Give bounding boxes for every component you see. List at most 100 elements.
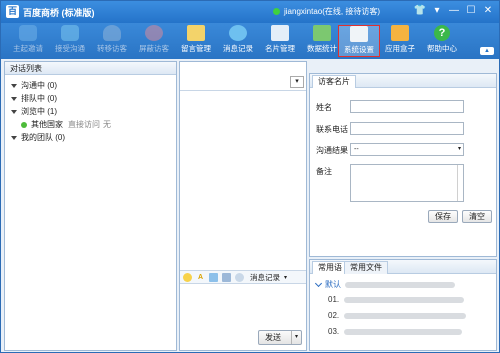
group-browsing[interactable]: 浏览中 (1) bbox=[11, 105, 176, 118]
divider bbox=[180, 90, 306, 91]
visitor-online-icon bbox=[21, 121, 27, 128]
tab-common-files[interactable]: 常用文件 bbox=[344, 261, 388, 274]
help-center-label: 帮助中心 bbox=[427, 44, 457, 53]
blurred-text bbox=[345, 281, 455, 288]
history-icon bbox=[235, 272, 244, 282]
card-manage-button[interactable]: 名片管理 bbox=[259, 25, 301, 57]
menu-icon[interactable]: ▾ bbox=[430, 4, 444, 18]
tab-common-phrases[interactable]: 常用语 bbox=[312, 261, 348, 274]
group-queue[interactable]: 排队中 (0) bbox=[11, 92, 176, 105]
name-label: 姓名 bbox=[316, 103, 332, 112]
group-my-team[interactable]: 我的团队 (0) bbox=[11, 131, 176, 144]
transfer-user-icon bbox=[103, 25, 121, 41]
help-icon: ? bbox=[434, 25, 450, 41]
note-scrollbar[interactable] bbox=[457, 165, 463, 201]
transfer-visitor-label: 转移访客 bbox=[97, 44, 127, 53]
phrase-number: 01. bbox=[328, 295, 340, 304]
chat-history-button[interactable]: 消息记录 bbox=[217, 25, 259, 57]
visitor-note: 无 bbox=[103, 120, 111, 129]
statistics-button[interactable]: 数据统计 bbox=[301, 25, 343, 57]
expand-arrow-icon bbox=[11, 109, 17, 114]
app-window: 百 百度商桥 (标准版) jiangxintao(在线, 接待访客) 👕 ▾ —… bbox=[0, 0, 500, 353]
phrase-group-default[interactable]: 默认 bbox=[314, 279, 455, 290]
transfer-visitor-button[interactable]: 转移访客 bbox=[91, 25, 133, 57]
save-button[interactable]: 保存 bbox=[428, 210, 458, 223]
phrase-item[interactable]: 03. bbox=[328, 327, 463, 336]
note-label: 备注 bbox=[316, 167, 332, 176]
result-value: -- bbox=[354, 146, 359, 153]
conversation-list-header: 对话列表 bbox=[5, 62, 176, 75]
name-field[interactable] bbox=[350, 100, 464, 113]
user-status-text: jiangxintao(在线, 接待访客) bbox=[284, 7, 381, 16]
file-icon[interactable] bbox=[222, 272, 231, 282]
app-box-button[interactable]: 应用盒子 bbox=[379, 25, 421, 57]
block-icon bbox=[145, 25, 163, 41]
card-icon bbox=[271, 25, 289, 41]
send-label: 发送 bbox=[265, 333, 281, 342]
blurred-text bbox=[344, 296, 465, 303]
block-visitor-button[interactable]: 屏蔽访客 bbox=[133, 25, 175, 57]
tab-visitor-card[interactable]: 访客名片 bbox=[312, 75, 356, 88]
invite-button[interactable]: 主起邀请 bbox=[7, 25, 49, 57]
close-icon[interactable]: ✕ bbox=[481, 4, 495, 18]
emoji-icon[interactable] bbox=[183, 272, 192, 282]
title-bar: 百 百度商桥 (标准版) jiangxintao(在线, 接待访客) 👕 ▾ —… bbox=[1, 1, 499, 23]
system-settings-label: 系统设置 bbox=[344, 45, 374, 54]
help-center-button[interactable]: ? 帮助中心 bbox=[421, 25, 463, 57]
phrase-item[interactable]: 01. bbox=[328, 295, 465, 304]
group-queue-label: 排队中 (0) bbox=[21, 94, 57, 103]
user-status[interactable]: jiangxintao(在线, 接待访客) bbox=[273, 6, 380, 17]
phrase-number: 02. bbox=[328, 311, 340, 320]
chat-tools-bar: A 消息记录 ▾ bbox=[180, 270, 306, 284]
chat-dropdown-icon[interactable]: ▾ bbox=[290, 76, 304, 88]
visitor-name: 其他国家 bbox=[31, 120, 63, 129]
phrase-number: 03. bbox=[328, 327, 340, 336]
send-options-icon[interactable]: ▾ bbox=[291, 331, 301, 344]
chat-history-label: 消息记录 bbox=[223, 44, 253, 53]
clear-button[interactable]: 清空 bbox=[462, 210, 492, 223]
app-box-label: 应用盒子 bbox=[385, 44, 415, 53]
phrase-item[interactable]: 02. bbox=[328, 311, 467, 320]
accept-chat-label: 接受沟通 bbox=[55, 44, 85, 53]
history-button[interactable]: 消息记录 bbox=[250, 272, 280, 283]
message-manage-button[interactable]: 留言管理 bbox=[175, 25, 217, 57]
note-textarea[interactable] bbox=[350, 164, 464, 202]
system-settings-button[interactable]: 系统设置 bbox=[338, 25, 380, 57]
message-manage-label: 留言管理 bbox=[181, 44, 211, 53]
conversation-tree: 沟通中 (0) 排队中 (0) 浏览中 (1) 其他国家 直接访问 无 我的团队… bbox=[5, 75, 176, 144]
online-status-icon bbox=[273, 8, 280, 15]
app-title: 百度商桥 (标准版) bbox=[23, 8, 95, 18]
accept-chat-button[interactable]: 接受沟通 bbox=[49, 25, 91, 57]
visitor-item[interactable]: 其他国家 直接访问 无 bbox=[11, 118, 176, 131]
invite-label: 主起邀请 bbox=[13, 44, 43, 53]
screenshot-icon[interactable] bbox=[209, 272, 218, 282]
block-visitor-label: 屏蔽访客 bbox=[139, 44, 169, 53]
skin-icon[interactable]: 👕 bbox=[413, 4, 427, 18]
clock-icon bbox=[229, 25, 247, 41]
visitor-source: 直接访问 bbox=[68, 120, 100, 129]
conversation-list-panel: 对话列表 沟通中 (0) 排队中 (0) 浏览中 (1) 其他国家 直接访问 无 bbox=[4, 61, 177, 351]
group-browsing-label: 浏览中 (1) bbox=[21, 107, 57, 116]
result-select[interactable]: -- ▾ bbox=[350, 143, 464, 156]
app-logo-icon: 百 bbox=[6, 5, 19, 18]
chart-icon bbox=[313, 25, 331, 41]
chat-panel: ▾ A 消息记录 ▾ 发送 ▾ bbox=[179, 61, 307, 351]
group-chatting[interactable]: 沟通中 (0) bbox=[11, 79, 176, 92]
minimize-icon[interactable]: — bbox=[447, 4, 461, 18]
phrase-group-label: 默认 bbox=[325, 280, 341, 289]
phrases-panel: 常用语 常用文件 默认 01. 02. 03. bbox=[309, 259, 497, 351]
visitor-card-tabs: 访客名片 bbox=[310, 74, 496, 88]
font-icon[interactable]: A bbox=[196, 273, 205, 282]
settings-icon bbox=[350, 26, 368, 42]
apps-grid-icon bbox=[391, 25, 409, 41]
maximize-icon[interactable]: ☐ bbox=[464, 4, 478, 18]
phone-field[interactable] bbox=[350, 122, 464, 135]
visitor-card-panel: 访客名片 姓名 联系电话 沟通结果 -- ▾ 备注 保存 清空 bbox=[309, 73, 497, 257]
group-chatting-label: 沟通中 (0) bbox=[21, 81, 57, 90]
collapse-toolbar-icon[interactable]: ▲ bbox=[480, 47, 494, 55]
chevron-down-icon: ▾ bbox=[457, 146, 461, 152]
envelope-icon bbox=[187, 25, 205, 41]
history-dropdown-icon[interactable]: ▾ bbox=[284, 274, 287, 281]
send-button[interactable]: 发送 ▾ bbox=[258, 330, 302, 345]
chat-bubble-icon bbox=[19, 25, 37, 41]
